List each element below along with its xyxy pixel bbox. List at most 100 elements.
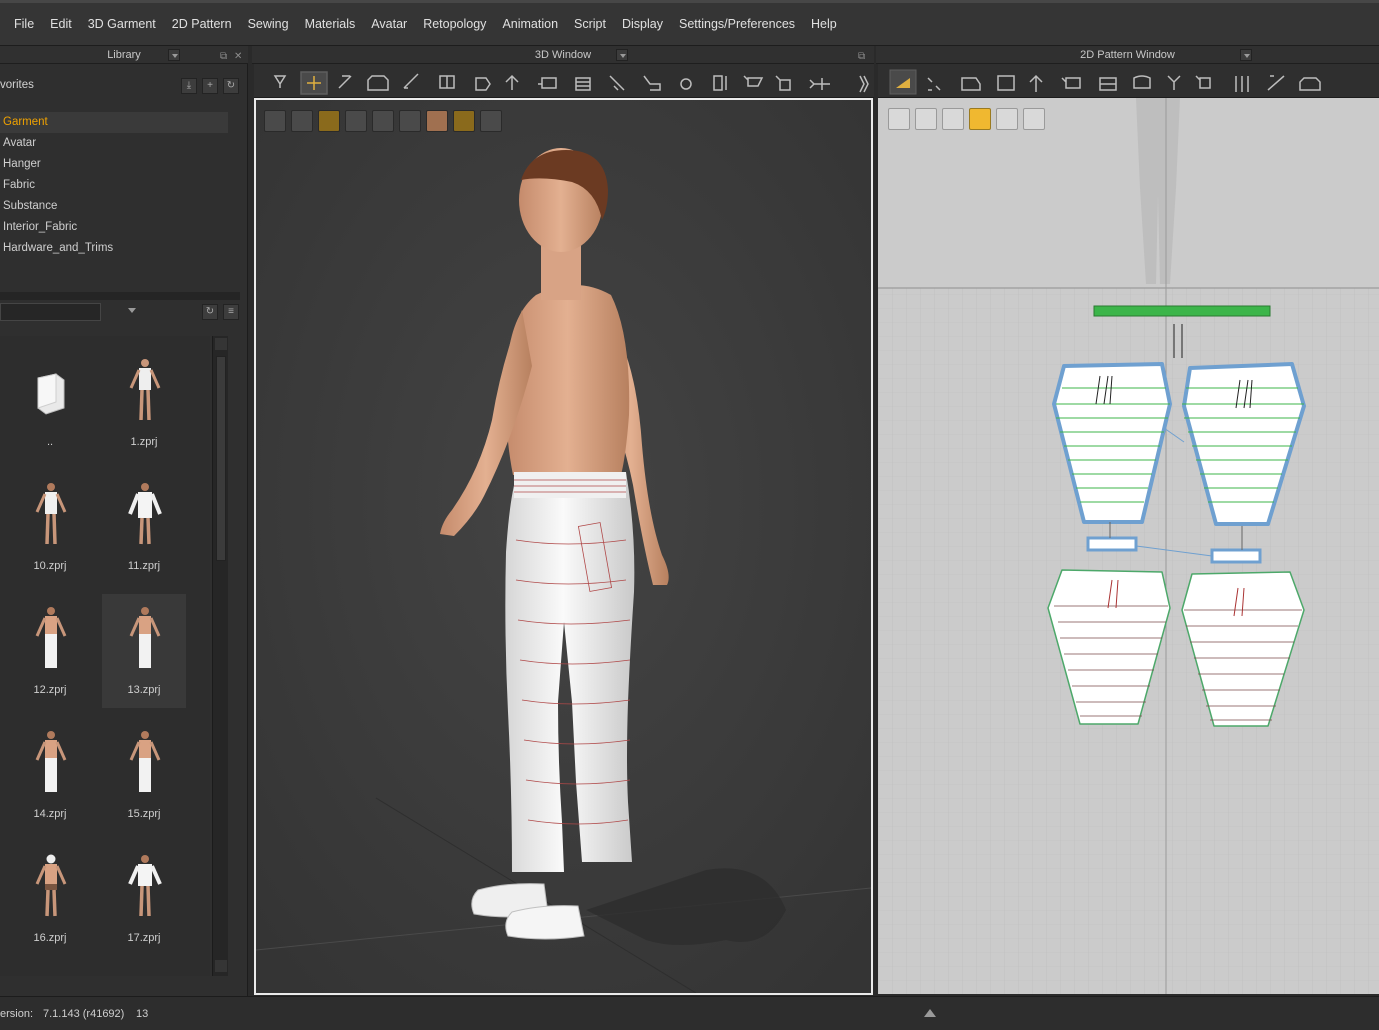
menu-display[interactable]: Display: [614, 14, 671, 34]
polygon-icon: [961, 77, 981, 91]
tree-item-hanger[interactable]: Hanger: [0, 154, 228, 175]
shading-icon[interactable]: [399, 110, 421, 132]
avatar-thumbnail-icon: [35, 854, 67, 917]
file-item[interactable]: 10.zprj: [8, 470, 92, 584]
file-item[interactable]: 12.zprj: [8, 594, 92, 708]
file-name: 11.zprj: [127, 560, 161, 572]
menu-3d-garment[interactable]: 3D Garment: [80, 14, 164, 34]
view2d-viewport[interactable]: [878, 98, 1379, 994]
pattern-canvas: [878, 98, 1379, 994]
chevron-down-icon[interactable]: [128, 308, 136, 313]
internal-line-icon: [1029, 74, 1043, 92]
topstitch-icon: [743, 75, 764, 87]
texture-2d-icon[interactable]: [969, 108, 991, 130]
export-icon[interactable]: [480, 110, 502, 132]
file-item[interactable]: 14.zprj: [8, 718, 92, 832]
tree-item-hardware-trims[interactable]: Hardware_and_Trims: [0, 238, 228, 259]
view3d-tool-icons: [273, 71, 869, 95]
free-sewing-icon: [1235, 76, 1249, 92]
menu-sewing[interactable]: Sewing: [240, 14, 297, 34]
pattern-edit-icon[interactable]: [888, 108, 910, 130]
file-item[interactable]: 17.zprj: [102, 842, 186, 956]
library-panel-header: Library ⧉ ✕: [0, 46, 248, 64]
show-garment-icon[interactable]: [291, 110, 313, 132]
view3d-viewport[interactable]: [254, 98, 873, 995]
tree-item-avatar[interactable]: Avatar: [0, 133, 228, 154]
file-item[interactable]: 1.zprj: [102, 346, 186, 460]
garment-view-icon[interactable]: [915, 108, 937, 130]
add-favorite-icon[interactable]: +: [202, 78, 218, 94]
file-item-parent[interactable]: ..: [8, 346, 92, 460]
environment-icon[interactable]: [453, 110, 475, 132]
measure-icon: [609, 75, 625, 91]
view3d-panel-header: 3D Window ⧉: [252, 46, 874, 64]
file-item[interactable]: 16.zprj: [8, 842, 92, 956]
menu-materials[interactable]: Materials: [297, 14, 364, 34]
tree-item-interior-fabric[interactable]: Interior_Fabric: [0, 217, 228, 238]
panel-splitter[interactable]: [0, 292, 240, 300]
line-tool-icon: [1267, 75, 1285, 91]
file-item[interactable]: 11.zprj: [102, 470, 186, 584]
grid-tool-icon: [1099, 77, 1117, 91]
download-icon[interactable]: ⤓: [181, 78, 197, 94]
library-file-grid: .. 1.zprj 10.zprj 11.zprj 12.zprj 13.zpr…: [0, 336, 210, 976]
view3d-toolbar: [254, 64, 874, 98]
rectangle-icon: [997, 75, 1015, 91]
fold-arrange-icon: [1133, 75, 1151, 89]
library-tree: Garment Avatar Hanger Fabric Substance I…: [0, 112, 240, 292]
view2d-toolbar: [878, 64, 1379, 98]
skin-icon[interactable]: [426, 110, 448, 132]
refresh-list-icon[interactable]: ↻: [202, 304, 218, 320]
menu-settings[interactable]: Settings/Preferences: [671, 14, 803, 34]
menu-script[interactable]: Script: [566, 14, 614, 34]
menu-animation[interactable]: Animation: [494, 14, 566, 34]
tree-item-fabric[interactable]: Fabric: [0, 175, 228, 196]
view3d-dropdown-icon[interactable]: [616, 49, 628, 61]
refresh-icon[interactable]: ↻: [223, 78, 239, 94]
menu-file[interactable]: File: [6, 14, 42, 34]
list-view-icon[interactable]: ≡: [223, 304, 239, 320]
pin-tool-icon: [475, 77, 491, 91]
menu-help[interactable]: Help: [803, 14, 845, 34]
expand-panel-icon[interactable]: [924, 1009, 936, 1017]
favorites-toolbar: vorites ⤓ + ↻: [0, 74, 240, 98]
export-2d-icon[interactable]: [1023, 108, 1045, 130]
fold-icon: [439, 75, 455, 89]
avatar-thumbnail-icon: [129, 359, 161, 421]
view2d-panel-header: 2D Pattern Window: [876, 46, 1379, 64]
texture-icon[interactable]: [318, 110, 340, 132]
scroll-up-icon[interactable]: [215, 338, 227, 350]
show-avatar-icon[interactable]: [264, 110, 286, 132]
library-dropdown-icon[interactable]: [168, 49, 180, 61]
scrollbar-thumb[interactable]: [216, 356, 226, 561]
wireframe-icon[interactable]: [372, 110, 394, 132]
avatar-thumbnail-icon: [35, 607, 67, 668]
avatar-2d-icon[interactable]: [996, 108, 1018, 130]
seam-allowance-icon: [1167, 75, 1181, 90]
file-item[interactable]: 15.zprj: [102, 718, 186, 832]
tree-item-garment[interactable]: Garment: [0, 112, 228, 133]
scroll-down-icon[interactable]: [215, 960, 227, 972]
tree-item-substance[interactable]: Substance: [0, 196, 228, 217]
menu-edit[interactable]: Edit: [42, 14, 80, 34]
sewing-line-icon: [403, 73, 419, 89]
file-name: 16.zprj: [33, 932, 67, 944]
library-scrollbar[interactable]: [212, 336, 228, 976]
steam-icon: [643, 75, 661, 91]
view2d-dropdown-icon[interactable]: [1240, 49, 1252, 61]
segment-sewing-icon: [1195, 75, 1211, 89]
pin-icon: [680, 78, 692, 90]
info-icon[interactable]: [942, 108, 964, 130]
trim-icon: [775, 75, 791, 91]
status-bar: ersion: 7.1.143 (r41692) 13: [0, 996, 1379, 1030]
avatar-thumbnail-icon: [35, 483, 67, 545]
menu-2d-pattern[interactable]: 2D Pattern: [164, 14, 240, 34]
file-item-selected[interactable]: 13.zprj: [102, 594, 186, 708]
avatar-display-icon[interactable]: [345, 110, 367, 132]
menu-retopology[interactable]: Retopology: [415, 14, 494, 34]
garment-2d-icon: [1299, 77, 1321, 91]
library-search-input[interactable]: [0, 303, 101, 321]
library-panel: vorites ⤓ + ↻ Garment Avatar Hanger Fabr…: [0, 64, 248, 996]
menu-avatar[interactable]: Avatar: [363, 14, 415, 34]
view2d-title: 2D Pattern Window: [1080, 49, 1175, 61]
